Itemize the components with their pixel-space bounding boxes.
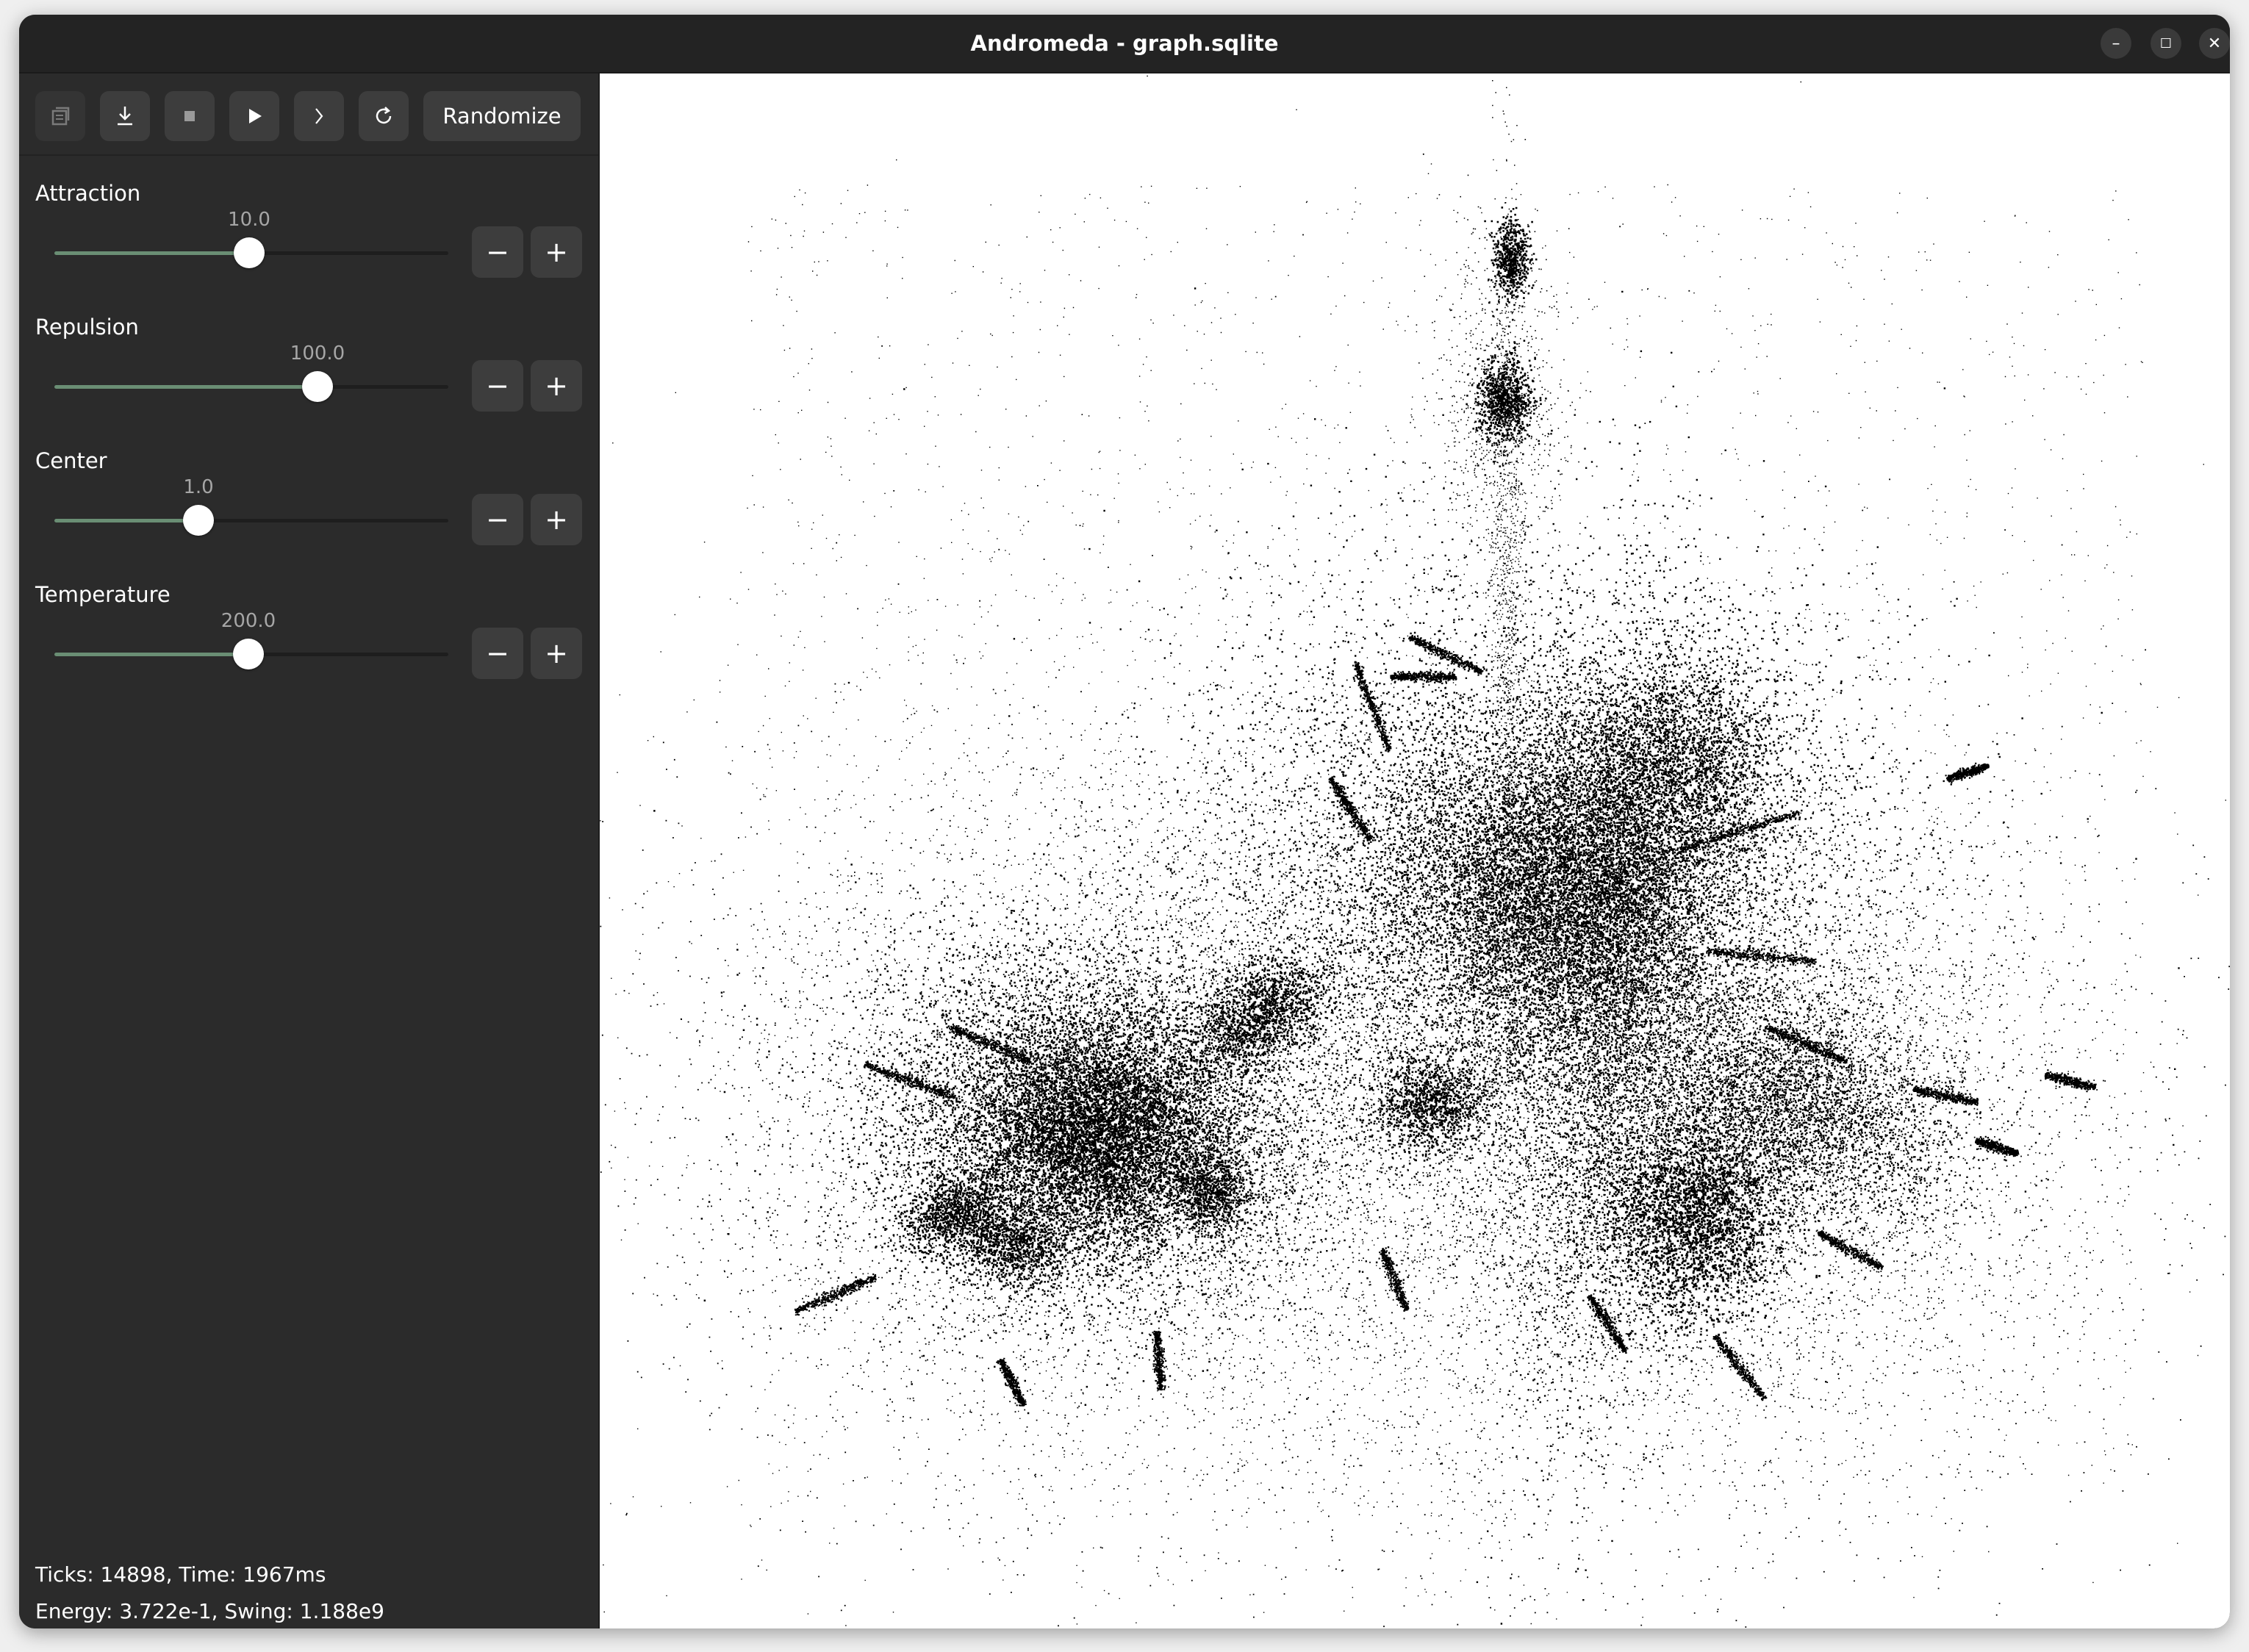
temperature-value: 200.0: [204, 610, 293, 632]
refresh-icon: [371, 104, 396, 129]
minimize-button[interactable]: –: [2101, 28, 2131, 59]
download-icon: [112, 104, 137, 129]
graph-visualization: [600, 73, 2230, 1628]
randomize-label: Randomize: [442, 104, 561, 129]
attraction-slider[interactable]: 10.0: [54, 231, 448, 275]
minus-icon: −: [486, 637, 509, 669]
close-icon: ✕: [2208, 35, 2221, 53]
center-increase-button[interactable]: +: [531, 494, 582, 545]
chevron-right-icon: [306, 104, 331, 129]
status-ticks-time: Ticks: 14898, Time: 1967ms: [35, 1562, 326, 1587]
slider-knob[interactable]: [234, 237, 265, 268]
temperature-decrease-button[interactable]: −: [472, 628, 523, 679]
temperature-slider[interactable]: 200.0: [54, 632, 448, 676]
app-window: Andromeda - graph.sqlite – ☐ ✕ Randomize…: [19, 15, 2230, 1628]
attraction-decrease-button[interactable]: −: [472, 226, 523, 278]
window-title: Andromeda - graph.sqlite: [19, 15, 2230, 72]
plus-icon: +: [545, 236, 568, 268]
toolbar: Randomize: [19, 73, 598, 156]
plus-icon: +: [545, 637, 568, 669]
repulsion-slider[interactable]: 100.0: [54, 364, 448, 409]
status-energy-swing: Energy: 3.722e-1, Swing: 1.188e9: [35, 1599, 384, 1623]
repulsion-label: Repulsion: [35, 315, 139, 340]
minimize-icon: –: [2112, 35, 2120, 53]
center-decrease-button[interactable]: −: [472, 494, 523, 545]
close-button[interactable]: ✕: [2199, 28, 2230, 59]
step-button[interactable]: [294, 91, 344, 141]
sidebar: Randomize Attraction 10.0 − + Repulsion …: [19, 73, 600, 1628]
repulsion-decrease-button[interactable]: −: [472, 360, 523, 412]
attraction-label: Attraction: [35, 181, 140, 206]
stop-icon: [177, 104, 202, 129]
slider-fill: [54, 251, 249, 255]
maximize-button[interactable]: ☐: [2151, 28, 2181, 59]
plus-icon: +: [545, 370, 568, 402]
center-value: 1.0: [154, 476, 243, 498]
stop-button[interactable]: [165, 91, 215, 141]
graph-canvas[interactable]: [600, 73, 2230, 1628]
minus-icon: −: [486, 370, 509, 402]
slider-fill: [54, 385, 318, 389]
slider-fill: [54, 653, 248, 656]
minus-icon: −: [486, 236, 509, 268]
center-slider[interactable]: 1.0: [54, 498, 448, 542]
play-icon: [242, 104, 267, 129]
repulsion-value: 100.0: [273, 342, 362, 364]
plus-icon: +: [545, 503, 568, 536]
copy-button[interactable]: [35, 91, 85, 141]
graph-nodes: [600, 76, 2230, 1628]
repulsion-increase-button[interactable]: +: [531, 360, 582, 412]
minus-icon: −: [486, 503, 509, 536]
randomize-button[interactable]: Randomize: [423, 91, 581, 141]
download-button[interactable]: [100, 91, 150, 141]
temperature-increase-button[interactable]: +: [531, 628, 582, 679]
slider-knob[interactable]: [233, 639, 264, 669]
attraction-value: 10.0: [205, 209, 293, 231]
temperature-label: Temperature: [35, 582, 171, 607]
slider-knob[interactable]: [183, 505, 214, 536]
titlebar: Andromeda - graph.sqlite – ☐ ✕: [19, 15, 2230, 73]
slider-fill: [54, 519, 198, 522]
slider-knob[interactable]: [302, 371, 333, 402]
reset-button[interactable]: [359, 91, 409, 141]
attraction-increase-button[interactable]: +: [531, 226, 582, 278]
center-label: Center: [35, 448, 107, 473]
copy-icon: [48, 104, 73, 129]
play-button[interactable]: [229, 91, 279, 141]
maximize-icon: ☐: [2160, 36, 2172, 51]
